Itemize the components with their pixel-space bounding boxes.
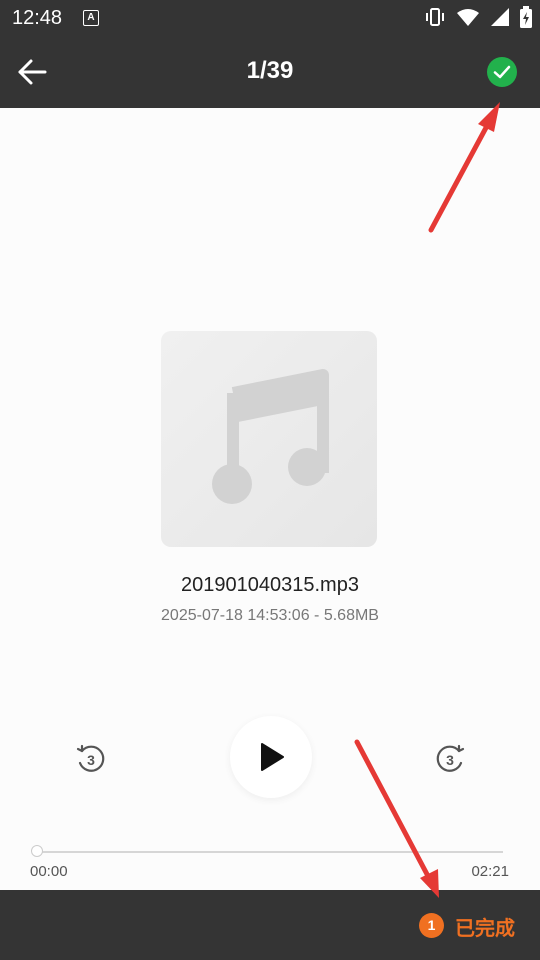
notification-icon: A <box>83 10 99 26</box>
app-bar: 1/39 <box>0 36 540 108</box>
forward-3-icon: 3 <box>436 744 465 772</box>
battery-icon <box>520 6 532 28</box>
vibrate-icon <box>426 8 444 26</box>
rewind-label: 3 <box>87 752 95 768</box>
check-circle-icon[interactable] <box>486 56 518 88</box>
page-title: 1/39 <box>246 57 294 84</box>
file-name: 201901040315.mp3 <box>181 574 359 596</box>
total-time: 02:21 <box>471 863 509 880</box>
forward-button[interactable]: 3 <box>424 733 476 785</box>
status-time: 12:48 <box>12 7 63 29</box>
file-meta: 2025-07-18 14:53:06 - 5.68MB <box>161 607 379 624</box>
seek-thumb[interactable] <box>31 845 43 857</box>
play-icon <box>261 743 284 771</box>
completed-count-badge[interactable]: 1 <box>419 913 444 938</box>
status-bar: 12:48 A <box>0 0 540 36</box>
wifi-icon <box>457 9 479 26</box>
album-art <box>161 331 377 547</box>
music-note-icon <box>212 369 329 504</box>
rewind-3-icon: 3 <box>76 744 105 772</box>
current-time: 00:00 <box>30 863 68 880</box>
play-button[interactable] <box>230 716 312 798</box>
completed-label[interactable]: 已完成 <box>455 912 515 941</box>
forward-label: 3 <box>446 752 454 768</box>
status-icons <box>424 6 532 28</box>
seek-bar[interactable] <box>37 851 503 853</box>
signal-icon <box>491 8 509 26</box>
rewind-button[interactable]: 3 <box>65 733 117 785</box>
